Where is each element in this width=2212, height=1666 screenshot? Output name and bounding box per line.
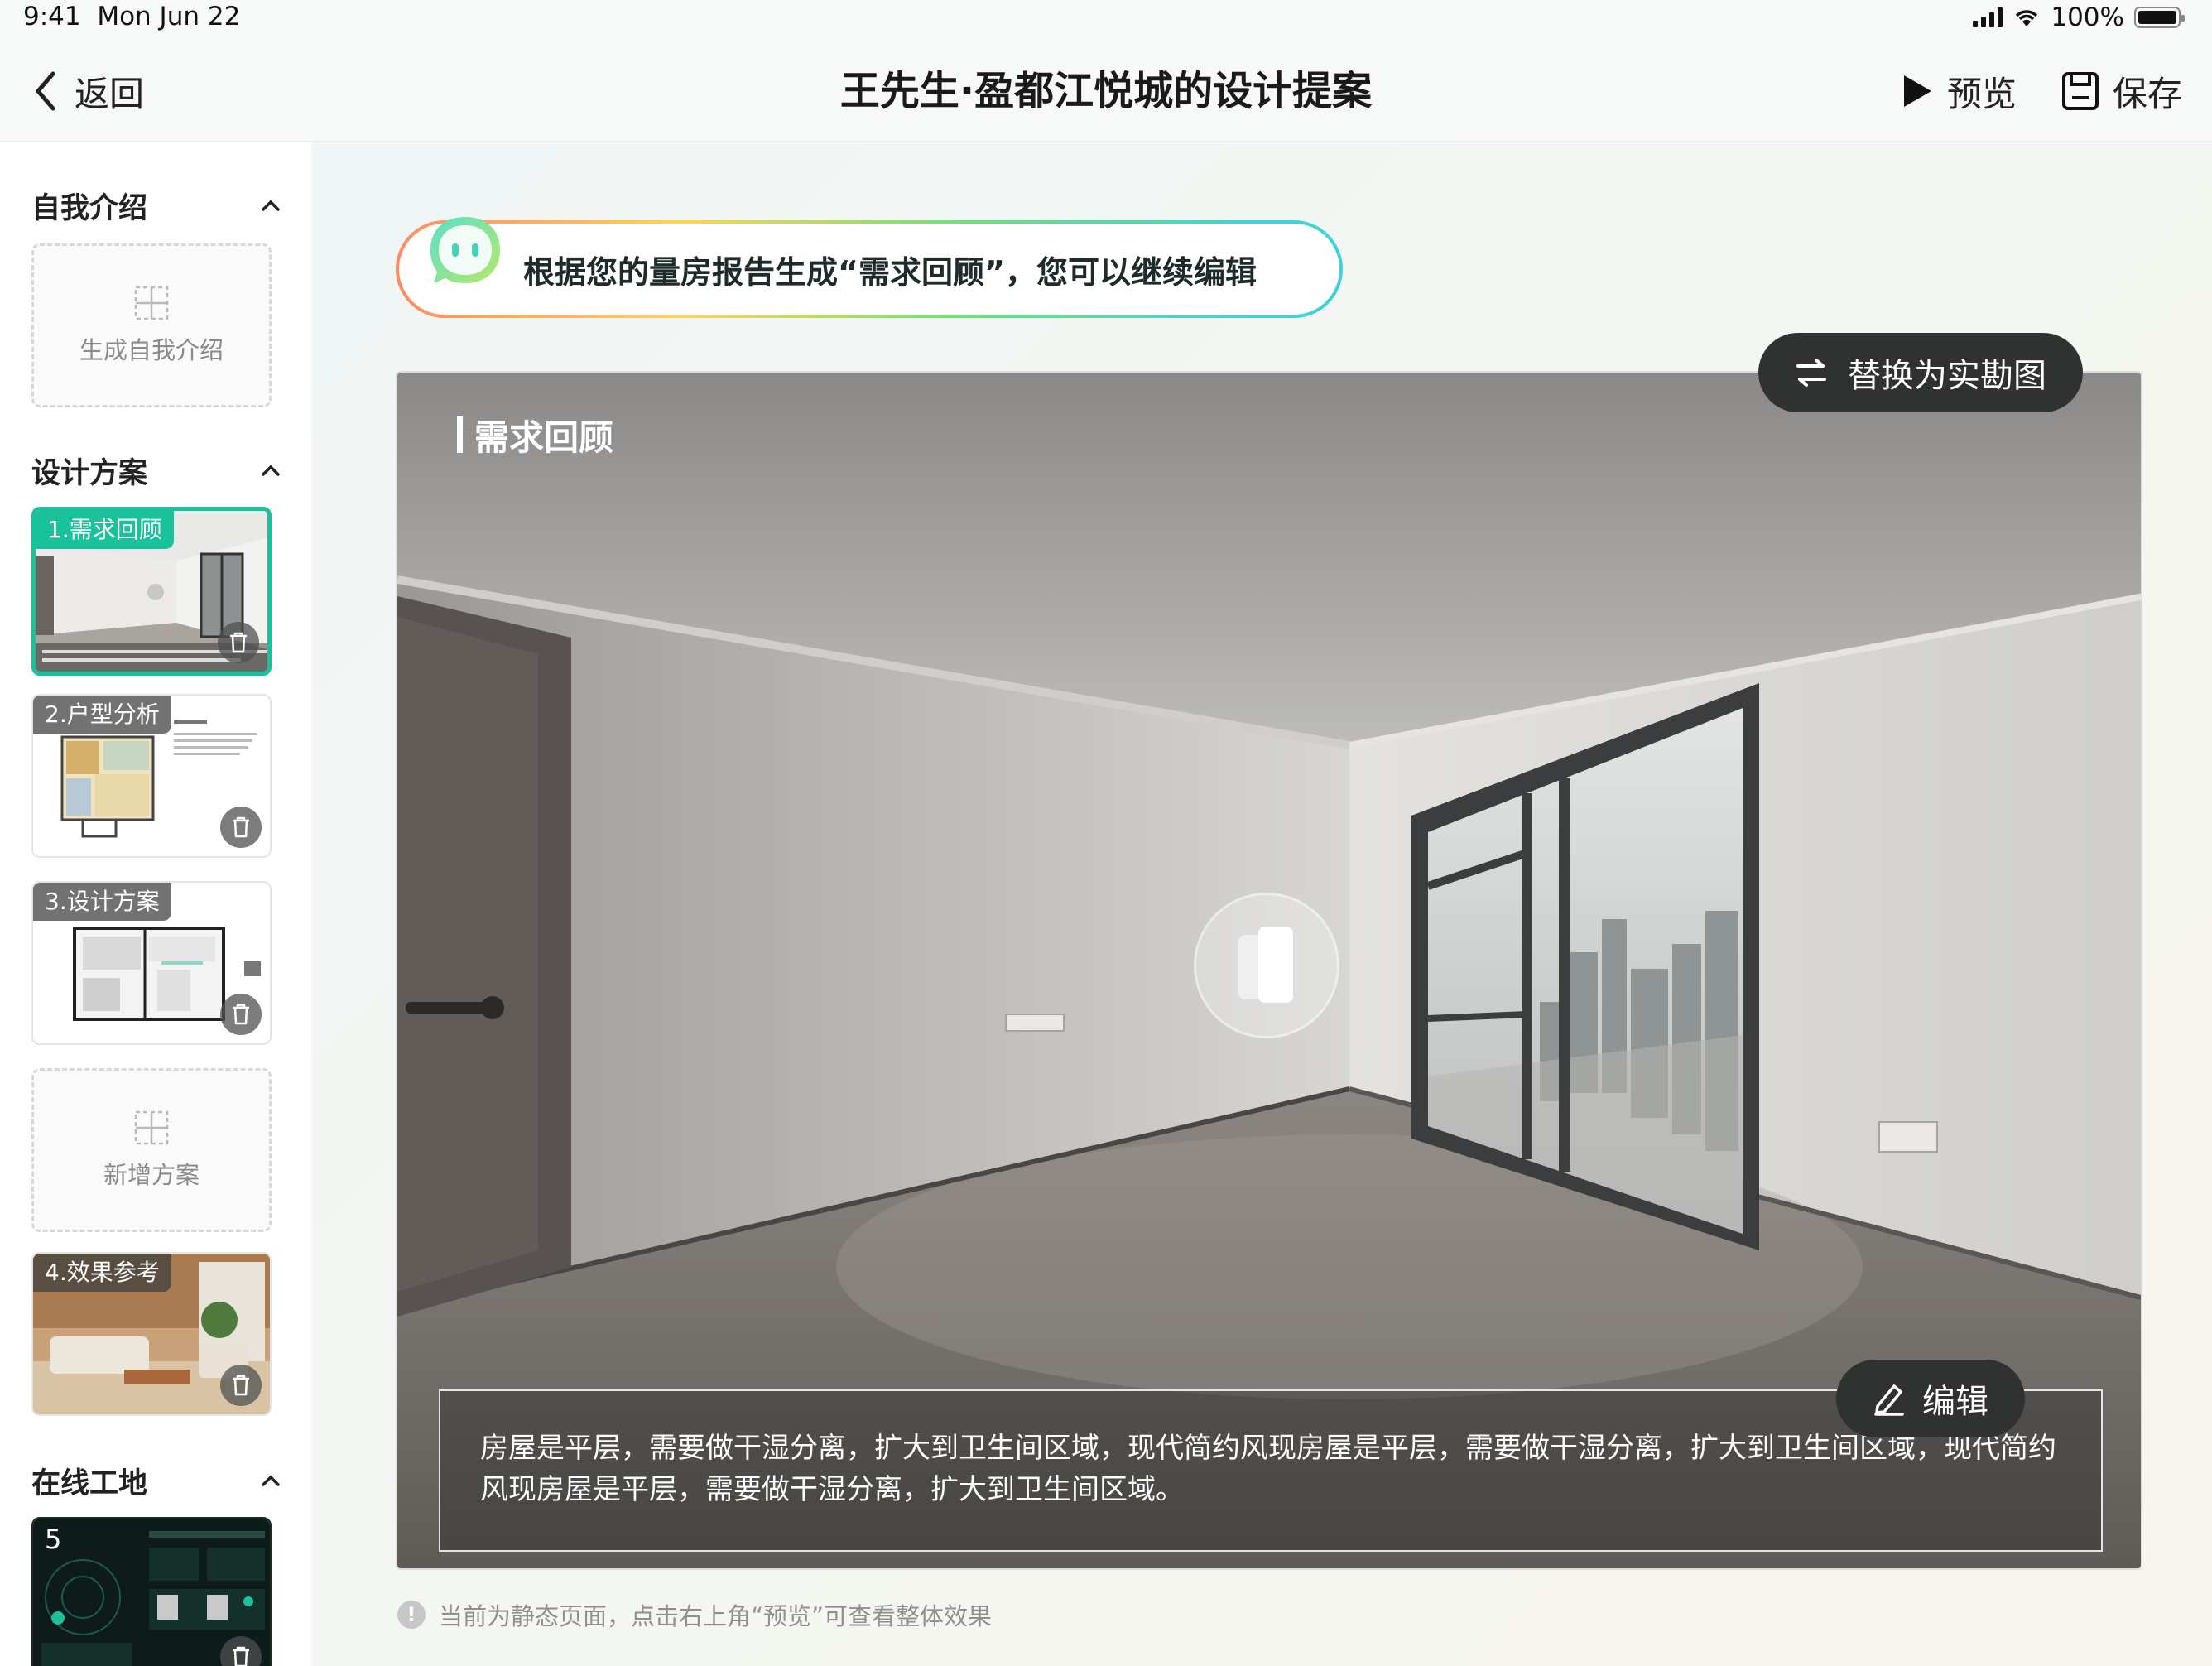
description-text: 房屋是平层，需要做干湿分离，扩大到卫生间区域，现代简约风现房屋是平层，需要做干湿…: [480, 1432, 2056, 1506]
section-header-site[interactable]: 在线工地: [31, 1457, 280, 1504]
trash-icon: [230, 632, 247, 653]
chevron-up-icon: [262, 200, 280, 211]
ai-banner: 根据您的量房报告生成“需求回顾”，您可以继续编辑: [396, 217, 1343, 318]
generate-intro-card[interactable]: 生成自我介绍: [31, 243, 272, 407]
section-header-intro[interactable]: 自我介绍: [31, 182, 280, 229]
status-indicators: 100%: [1973, 2, 2185, 33]
section-title: 自我介绍: [31, 191, 148, 225]
back-label: 返回: [75, 73, 145, 114]
add-plan-card[interactable]: 新增方案: [31, 1068, 272, 1232]
card-badge: 1.需求回顾: [36, 511, 174, 549]
hero-image-panel: 需求回顾 房屋是平层，需要做干湿分离，扩大到卫生间区域，现代简约风现房屋是平层，…: [396, 371, 2142, 1570]
plan-card-effect-reference[interactable]: 4.效果参考: [31, 1252, 272, 1416]
sidebar: 自我介绍 生成自我介绍 设计方案 1.需求回顾 2.户型分析 3.设计方案 新增…: [0, 142, 311, 1666]
trash-icon: [233, 816, 249, 838]
hint-text: 当前为静态页面，点击右上角“预览”可查看整体效果: [439, 1602, 993, 1630]
generate-intro-label: 生成自我介绍: [79, 336, 224, 364]
preview-label: 预览: [1946, 73, 2017, 114]
back-button[interactable]: 返回: [33, 65, 144, 118]
status-time: 9:41 Mon Jun 22: [23, 2, 241, 31]
delete-button[interactable]: [220, 1365, 262, 1406]
main-content: 根据您的量房报告生成“需求回顾”，您可以继续编辑 替换为实勘图 需求回顾 房屋是…: [313, 142, 2212, 1666]
plan-card-layout-analysis[interactable]: 2.户型分析: [31, 694, 272, 858]
card-badge: 4.效果参考: [33, 1254, 171, 1292]
trash-icon: [233, 1004, 249, 1025]
delete-button[interactable]: [218, 622, 259, 663]
chevron-up-icon: [262, 1475, 280, 1486]
trash-icon: [233, 1375, 249, 1396]
card-badge: 2.户型分析: [33, 696, 171, 734]
add-grid-icon: [134, 286, 169, 320]
save-icon: [2061, 72, 2099, 110]
battery-icon: [2134, 7, 2185, 28]
save-button[interactable]: 保存: [2061, 66, 2182, 117]
plan-card-requirements[interactable]: 1.需求回顾: [31, 507, 272, 676]
status-bar: 9:41 Mon Jun 22 100%: [0, 0, 2212, 41]
vr-icon: [1238, 927, 1293, 1003]
swap-icon: [1796, 359, 1826, 387]
section-title: 设计方案: [31, 456, 148, 490]
cellular-signal-icon: [1973, 7, 2003, 27]
add-grid-icon: [134, 1110, 169, 1145]
section-header-plans[interactable]: 设计方案: [31, 447, 280, 494]
chevron-up-icon: [262, 465, 280, 476]
replace-button-label: 替换为实勘图: [1848, 357, 2046, 395]
ai-banner-text: 根据您的量房报告生成“需求回顾”，您可以继续编辑: [523, 253, 1257, 291]
static-page-hint: ! 当前为静态页面，点击右上角“预览”可查看整体效果: [397, 1598, 992, 1631]
chevron-left-icon: [36, 71, 55, 111]
plan-card-design-plan[interactable]: 3.设计方案: [31, 881, 272, 1045]
wifi-icon: [2016, 10, 2038, 26]
page-title: 王先生·盈都江悦城的设计提案: [839, 68, 1373, 114]
site-card[interactable]: 5: [31, 1517, 272, 1666]
top-nav: 返回 王先生·盈都江悦城的设计提案 预览 保存: [0, 41, 2212, 142]
card-badge: 3.设计方案: [33, 883, 171, 921]
panorama-view-button[interactable]: [1194, 893, 1339, 1038]
hero-title: 需求回顾: [457, 414, 613, 458]
delete-button[interactable]: [220, 994, 262, 1035]
delete-button[interactable]: [220, 807, 262, 848]
replace-with-survey-photo-button[interactable]: 替换为实勘图: [1758, 333, 2083, 412]
info-icon: !: [397, 1601, 426, 1629]
section-title: 在线工地: [31, 1466, 148, 1500]
battery-percent: 100%: [2051, 2, 2124, 32]
edit-label: 编辑: [1922, 1383, 1988, 1421]
edit-button[interactable]: 编辑: [1836, 1360, 2025, 1437]
preview-button[interactable]: 预览: [1901, 66, 2017, 117]
bot-icon: [430, 217, 500, 283]
play-icon: [1903, 75, 1931, 107]
save-label: 保存: [2112, 73, 2182, 114]
pencil-icon: [1874, 1384, 1904, 1416]
trash-icon: [233, 1646, 249, 1666]
add-plan-label: 新增方案: [103, 1161, 200, 1189]
site-card-number: 5: [45, 1524, 62, 1555]
nav-actions: 预览 保存: [1901, 65, 2182, 118]
